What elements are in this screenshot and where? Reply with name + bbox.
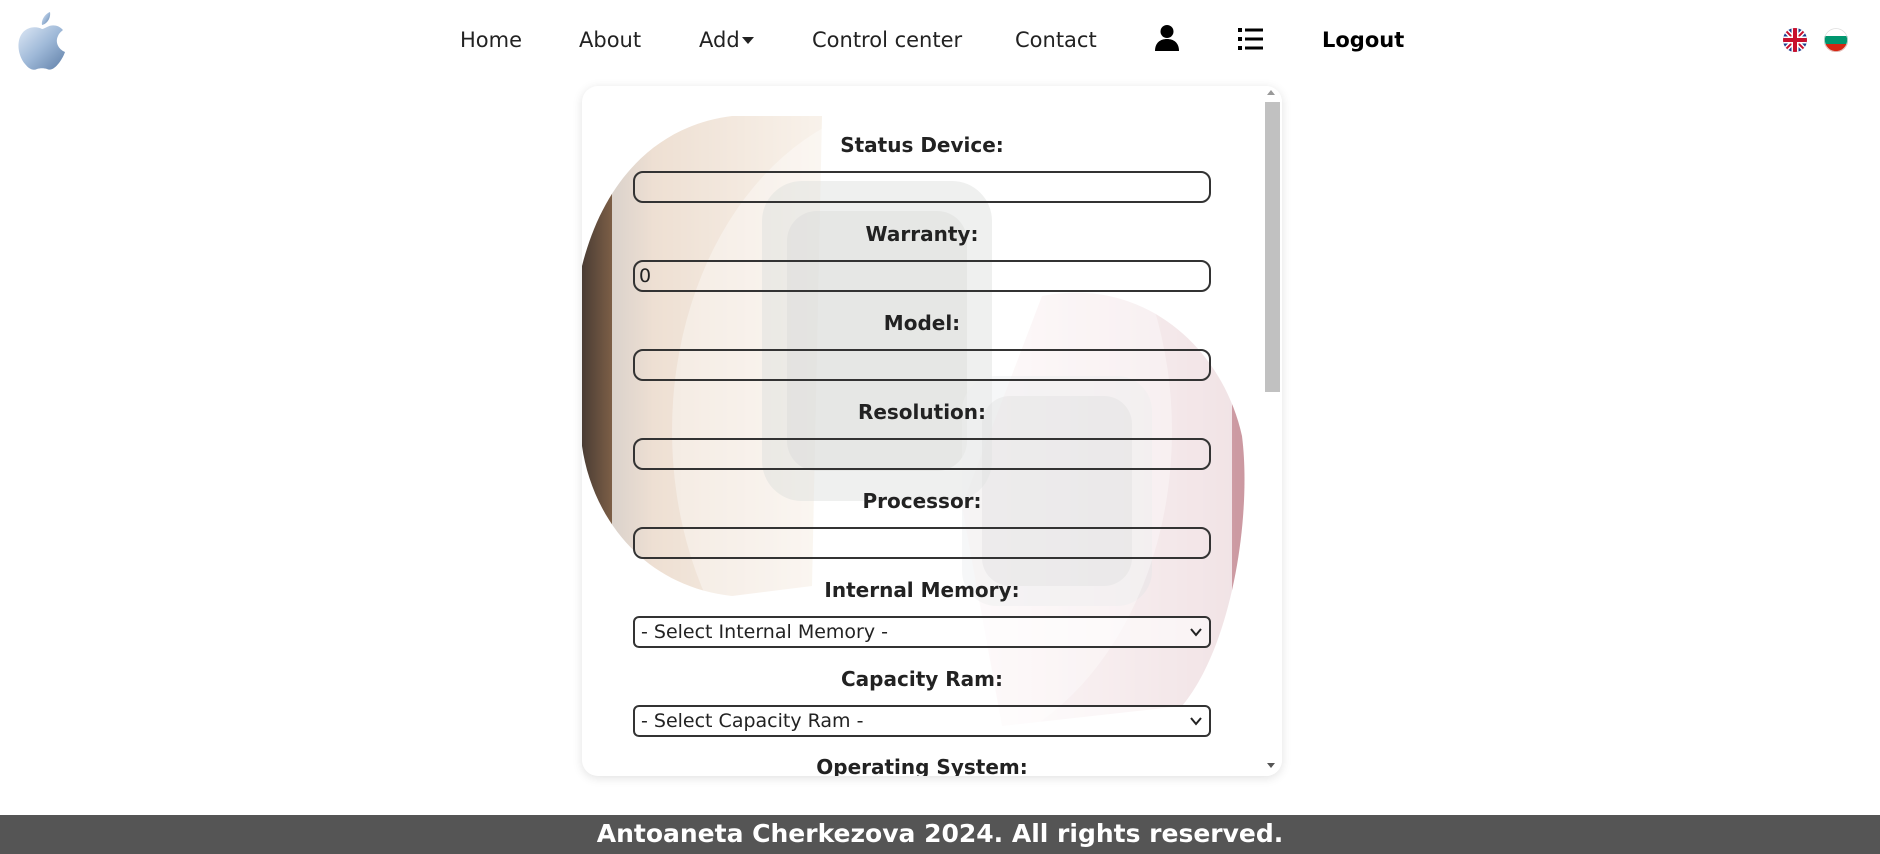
model-input[interactable] (633, 349, 1211, 381)
warranty-input[interactable] (633, 260, 1211, 292)
internal-memory-label: Internal Memory: (824, 578, 1020, 602)
nav-home[interactable]: Home (460, 26, 522, 54)
nav-control-center[interactable]: Control center (812, 26, 962, 54)
nav-add-label: Add (699, 28, 740, 52)
add-device-form-card: Status Device: Warranty: Model: Resoluti… (582, 86, 1282, 776)
nav-about[interactable]: About (579, 26, 641, 54)
bulgaria-flag-icon[interactable] (1824, 28, 1848, 52)
caret-down-icon (741, 37, 754, 44)
processor-input[interactable] (633, 527, 1211, 559)
user-icon[interactable] (1155, 24, 1179, 52)
internal-memory-selected: - Select Internal Memory - (641, 621, 888, 643)
resolution-label: Resolution: (857, 400, 987, 424)
top-navbar: Home About Add Control center Contact Lo… (0, 0, 1880, 80)
scroll-down-arrow-icon[interactable] (1267, 763, 1275, 768)
operating-system-label: Operating System: (816, 755, 1028, 776)
nav-add-dropdown[interactable]: Add (699, 26, 754, 54)
scroll-up-arrow-icon[interactable] (1267, 90, 1275, 95)
capacity-ram-selected: - Select Capacity Ram - (641, 710, 864, 732)
capacity-ram-label: Capacity Ram: (841, 667, 1003, 691)
list-icon[interactable] (1238, 28, 1263, 50)
nav-contact[interactable]: Contact (1015, 26, 1097, 54)
capacity-ram-select[interactable]: - Select Capacity Ram - (633, 705, 1211, 737)
uk-flag-icon[interactable] (1783, 28, 1807, 52)
footer: Antoaneta Cherkezova 2024. All rights re… (0, 815, 1880, 854)
chevron-down-icon (1190, 628, 1202, 637)
resolution-input[interactable] (633, 438, 1211, 470)
footer-copyright: Antoaneta Cherkezova 2024. All rights re… (596, 819, 1284, 848)
scroll-thumb[interactable] (1265, 102, 1280, 392)
main-nav: Home About Add Control center Contact Lo… (0, 0, 1880, 80)
form-scrollbar[interactable] (1262, 86, 1282, 776)
chevron-down-icon (1190, 717, 1202, 726)
device-form: Status Device: Warranty: Model: Resoluti… (582, 86, 1262, 776)
status-device-input[interactable] (633, 171, 1211, 203)
warranty-label: Warranty: (865, 222, 979, 246)
status-device-label: Status Device: (840, 133, 1004, 157)
processor-label: Processor: (862, 489, 982, 513)
nav-logout[interactable]: Logout (1322, 26, 1404, 54)
internal-memory-select[interactable]: - Select Internal Memory - (633, 616, 1211, 648)
model-label: Model: (883, 311, 961, 335)
